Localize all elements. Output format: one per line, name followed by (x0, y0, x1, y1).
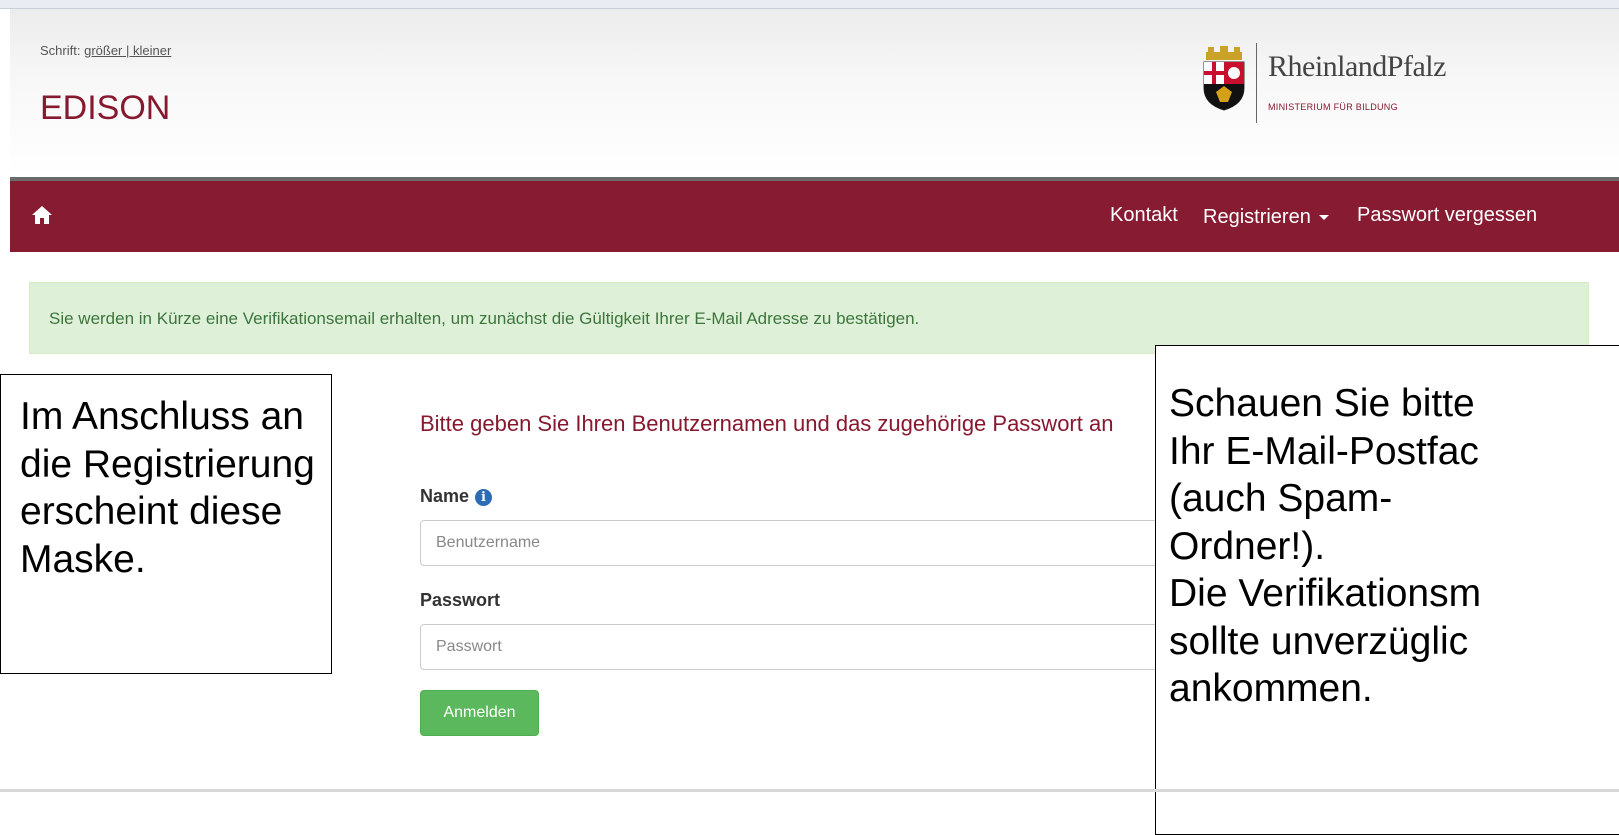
font-size-controls: Schrift: größer | kleiner (40, 43, 171, 58)
callout-right: Schauen Sie bitte Ihr E-Mail-Postfac (au… (1155, 345, 1619, 835)
footer-divider (0, 789, 1619, 792)
name-field-label: Name i (420, 486, 493, 507)
logo-divider (1256, 43, 1257, 123)
nav-kontakt[interactable]: Kontakt (1110, 204, 1178, 227)
login-heading: Bitte geben Sie Ihren Benutzernamen und … (420, 411, 1114, 436)
login-button[interactable]: Anmelden (420, 690, 539, 736)
font-size-links[interactable]: größer | kleiner (84, 43, 171, 58)
password-input[interactable] (420, 624, 1160, 670)
name-label-text: Name (420, 486, 470, 506)
nav-passwort-vergessen[interactable]: Passwort vergessen (1357, 204, 1537, 227)
logo-subtitle: MINISTERIUM FÜR BILDUNG (1268, 102, 1398, 112)
font-size-label: Schrift: (40, 43, 81, 58)
nav-registrieren-dropdown[interactable]: Registrieren (1203, 206, 1329, 229)
logo-name: RheinlandPfalz (1268, 50, 1446, 83)
callout-left: Im Anschluss an die Registrierung ersche… (0, 374, 332, 674)
caret-down-icon (1318, 215, 1329, 221)
password-field-label: Passwort (420, 590, 501, 610)
nav-registrieren-label: Registrieren (1203, 206, 1311, 228)
home-icon[interactable] (30, 203, 54, 227)
info-icon[interactable]: i (475, 489, 493, 506)
success-alert: Sie werden in Kürze eine Verifikationsem… (29, 282, 1589, 354)
browser-top-edge (0, 0, 1619, 9)
main-navbar: Kontakt Registrieren Passwort vergessen (10, 177, 1619, 252)
site-title: EDISON (40, 89, 171, 127)
username-input[interactable] (420, 520, 1160, 566)
